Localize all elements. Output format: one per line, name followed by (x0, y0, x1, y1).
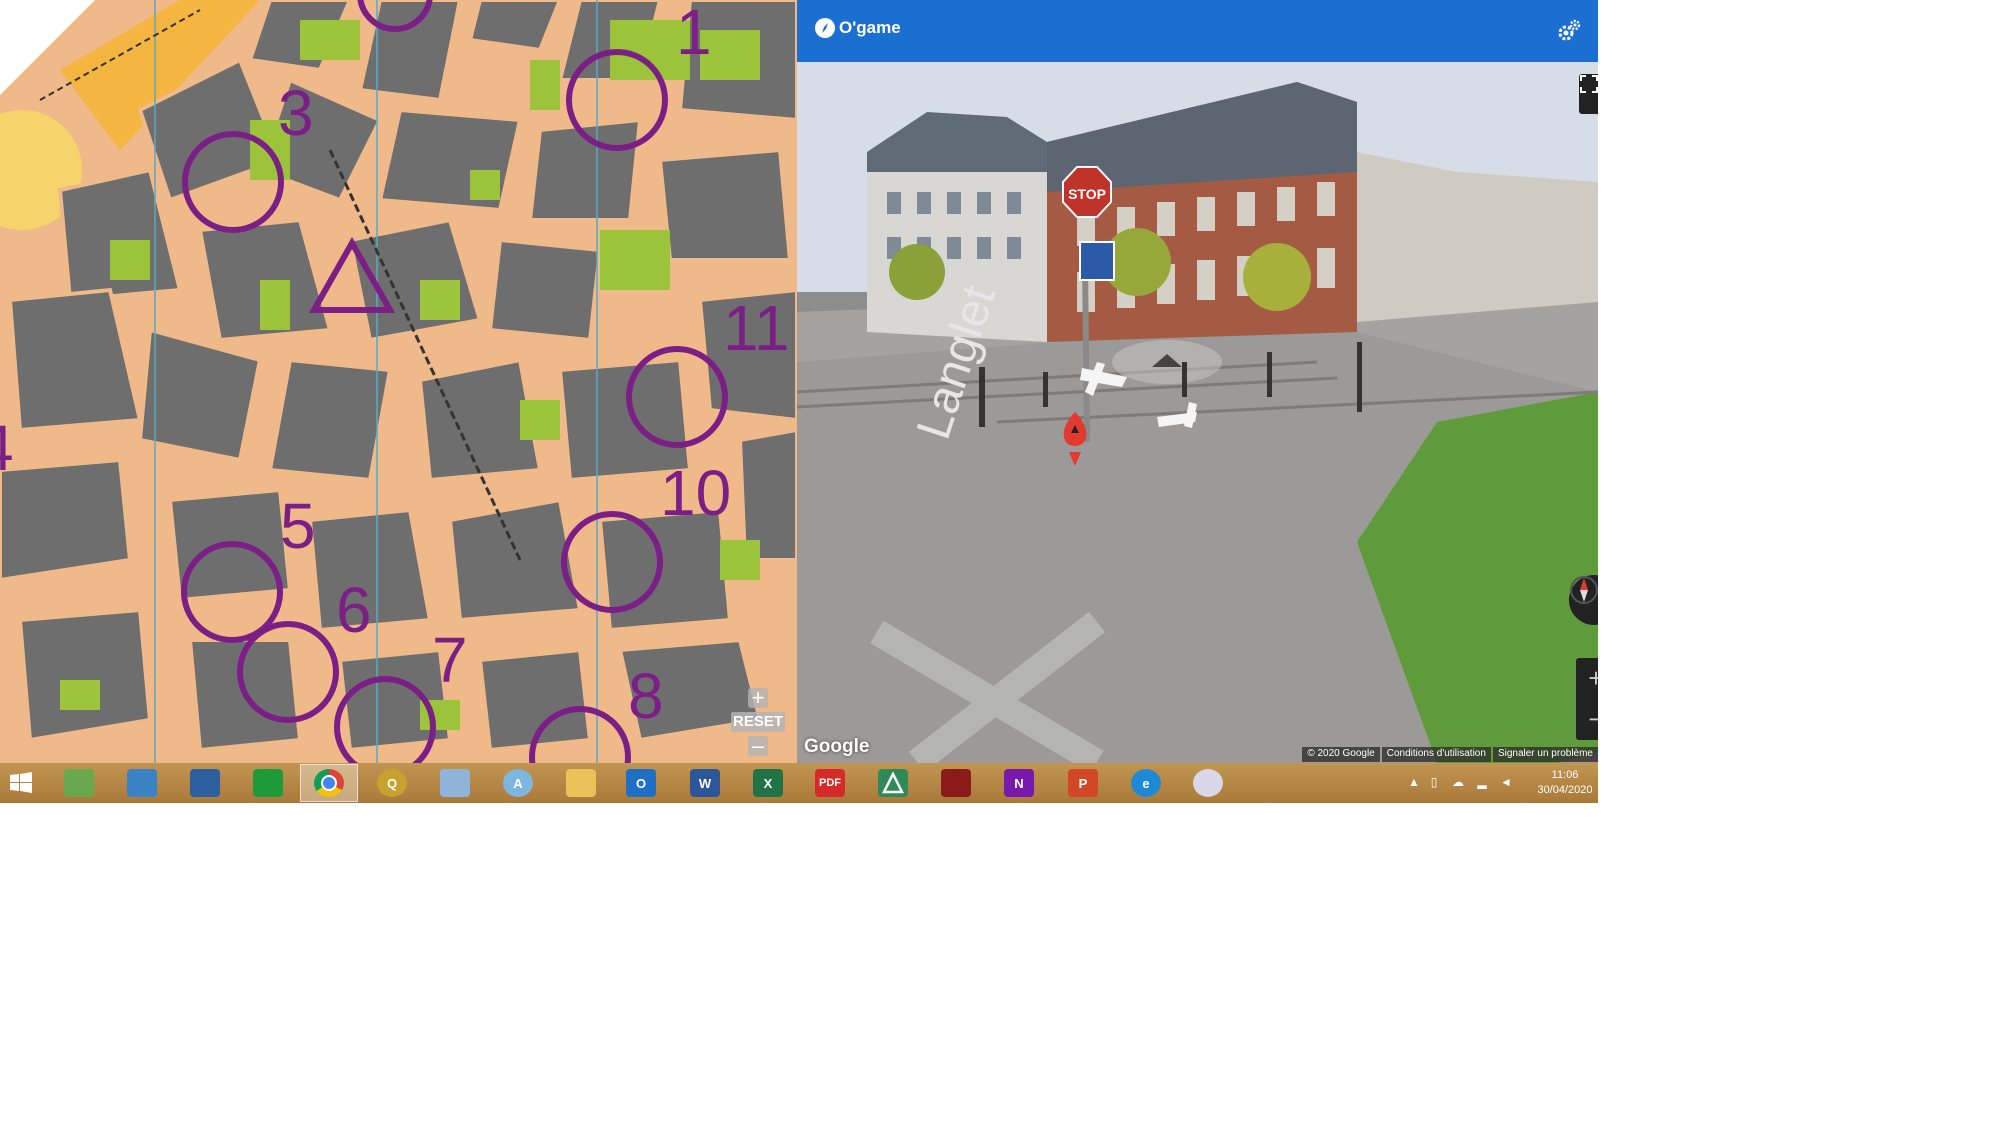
google-logo: Google (804, 736, 870, 757)
evernote-icon[interactable] (64, 769, 94, 797)
pdf-icon[interactable]: PDF (815, 769, 845, 797)
street-zoom-controls: + − (1576, 658, 1598, 740)
control-number-5: 5 (280, 490, 316, 562)
copyright-text: © 2020 Google (1302, 747, 1380, 762)
file-explorer-icon[interactable] (566, 769, 596, 797)
orienteering-map[interactable]: 1 3 4 5 6 7 8 10 11 + RESET – (0, 0, 797, 763)
acrobat-reader-icon[interactable] (941, 769, 971, 797)
clock-time: 11:06 (1551, 769, 1579, 781)
internet-explorer-icon[interactable]: e (1131, 769, 1161, 797)
store-icon[interactable] (253, 769, 283, 797)
settings-button[interactable] (1556, 18, 1582, 44)
control-panel-icon[interactable] (440, 769, 470, 797)
outlook-icon[interactable]: O (626, 769, 656, 797)
control-number-7: 7 (432, 624, 468, 696)
tray-network-icon[interactable]: ▂ (1475, 775, 1489, 789)
app-a-icon[interactable] (878, 769, 908, 797)
tray-volume-icon[interactable]: ◄ (1499, 775, 1513, 789)
app-title: O'game (839, 18, 901, 37)
control-number-3: 3 (278, 77, 314, 149)
fullscreen-button[interactable] (1579, 74, 1598, 114)
clock-date: 30/04/2020 (1537, 784, 1593, 796)
control-number-1: 1 (676, 0, 712, 68)
map-zoom-out-button[interactable]: – (748, 735, 768, 757)
street-zoom-out-button[interactable]: − (1576, 699, 1598, 740)
paint-icon[interactable] (1193, 769, 1223, 797)
chrome-icon[interactable] (314, 769, 344, 797)
map-zoom-in-button[interactable]: + (748, 687, 768, 709)
network-monitor-icon[interactable] (190, 769, 220, 797)
map-reset-button[interactable]: RESET (731, 712, 785, 732)
street-view-panel[interactable]: Langlet STOP + − Google © 2020 Google Co… (797, 62, 1598, 763)
terms-link[interactable]: Conditions d'utilisation (1381, 747, 1491, 762)
tray-cloud-icon[interactable]: ☁ (1451, 775, 1465, 789)
tray-device-icon[interactable]: ▯ (1427, 775, 1441, 789)
compass-icon (815, 18, 835, 38)
excel-icon[interactable]: X (753, 769, 783, 797)
street-view-image: Langlet STOP (797, 62, 1598, 763)
onenote-icon[interactable]: N (1004, 769, 1034, 797)
tray-chevron-icon[interactable]: ▲ (1407, 775, 1421, 789)
street-view-footer: © 2020 Google Conditions d'utilisation S… (1300, 747, 1598, 762)
control-number-8: 8 (628, 660, 664, 732)
gears-icon (1558, 19, 1581, 41)
report-problem-link[interactable]: Signaler un problème (1492, 747, 1598, 762)
powerpoint-icon[interactable]: P (1068, 769, 1098, 797)
app-header: O'game (797, 0, 1598, 62)
autodesk-icon[interactable]: A (503, 769, 533, 797)
system-clock[interactable]: 11:06 30/04/2020 (1534, 768, 1596, 798)
brand[interactable]: O'game (815, 18, 901, 38)
stop-sign-text: STOP (1068, 186, 1106, 202)
control-number-10: 10 (660, 457, 731, 529)
control-number-11: 11 (723, 292, 789, 364)
control-number-4: 4 (0, 412, 14, 484)
word-icon[interactable]: W (690, 769, 720, 797)
fullscreen-icon (1580, 75, 1598, 93)
control-number-6: 6 (336, 574, 372, 646)
taskbar: Q A O W X PDF N P e ▲ ▯ ☁ ▂ ◄ 11:06 30/0… (0, 763, 1598, 803)
compass-needle-icon (1570, 576, 1598, 604)
street-zoom-in-button[interactable]: + (1576, 658, 1598, 699)
map-canvas: 1 3 4 5 6 7 8 10 11 (0, 0, 797, 763)
screen: 1 3 4 5 6 7 8 10 11 + RESET – O' (0, 0, 1598, 803)
windows-start-icon[interactable] (6, 769, 36, 797)
remote-desktop-icon[interactable] (127, 769, 157, 797)
qgis-icon[interactable]: Q (377, 769, 407, 797)
